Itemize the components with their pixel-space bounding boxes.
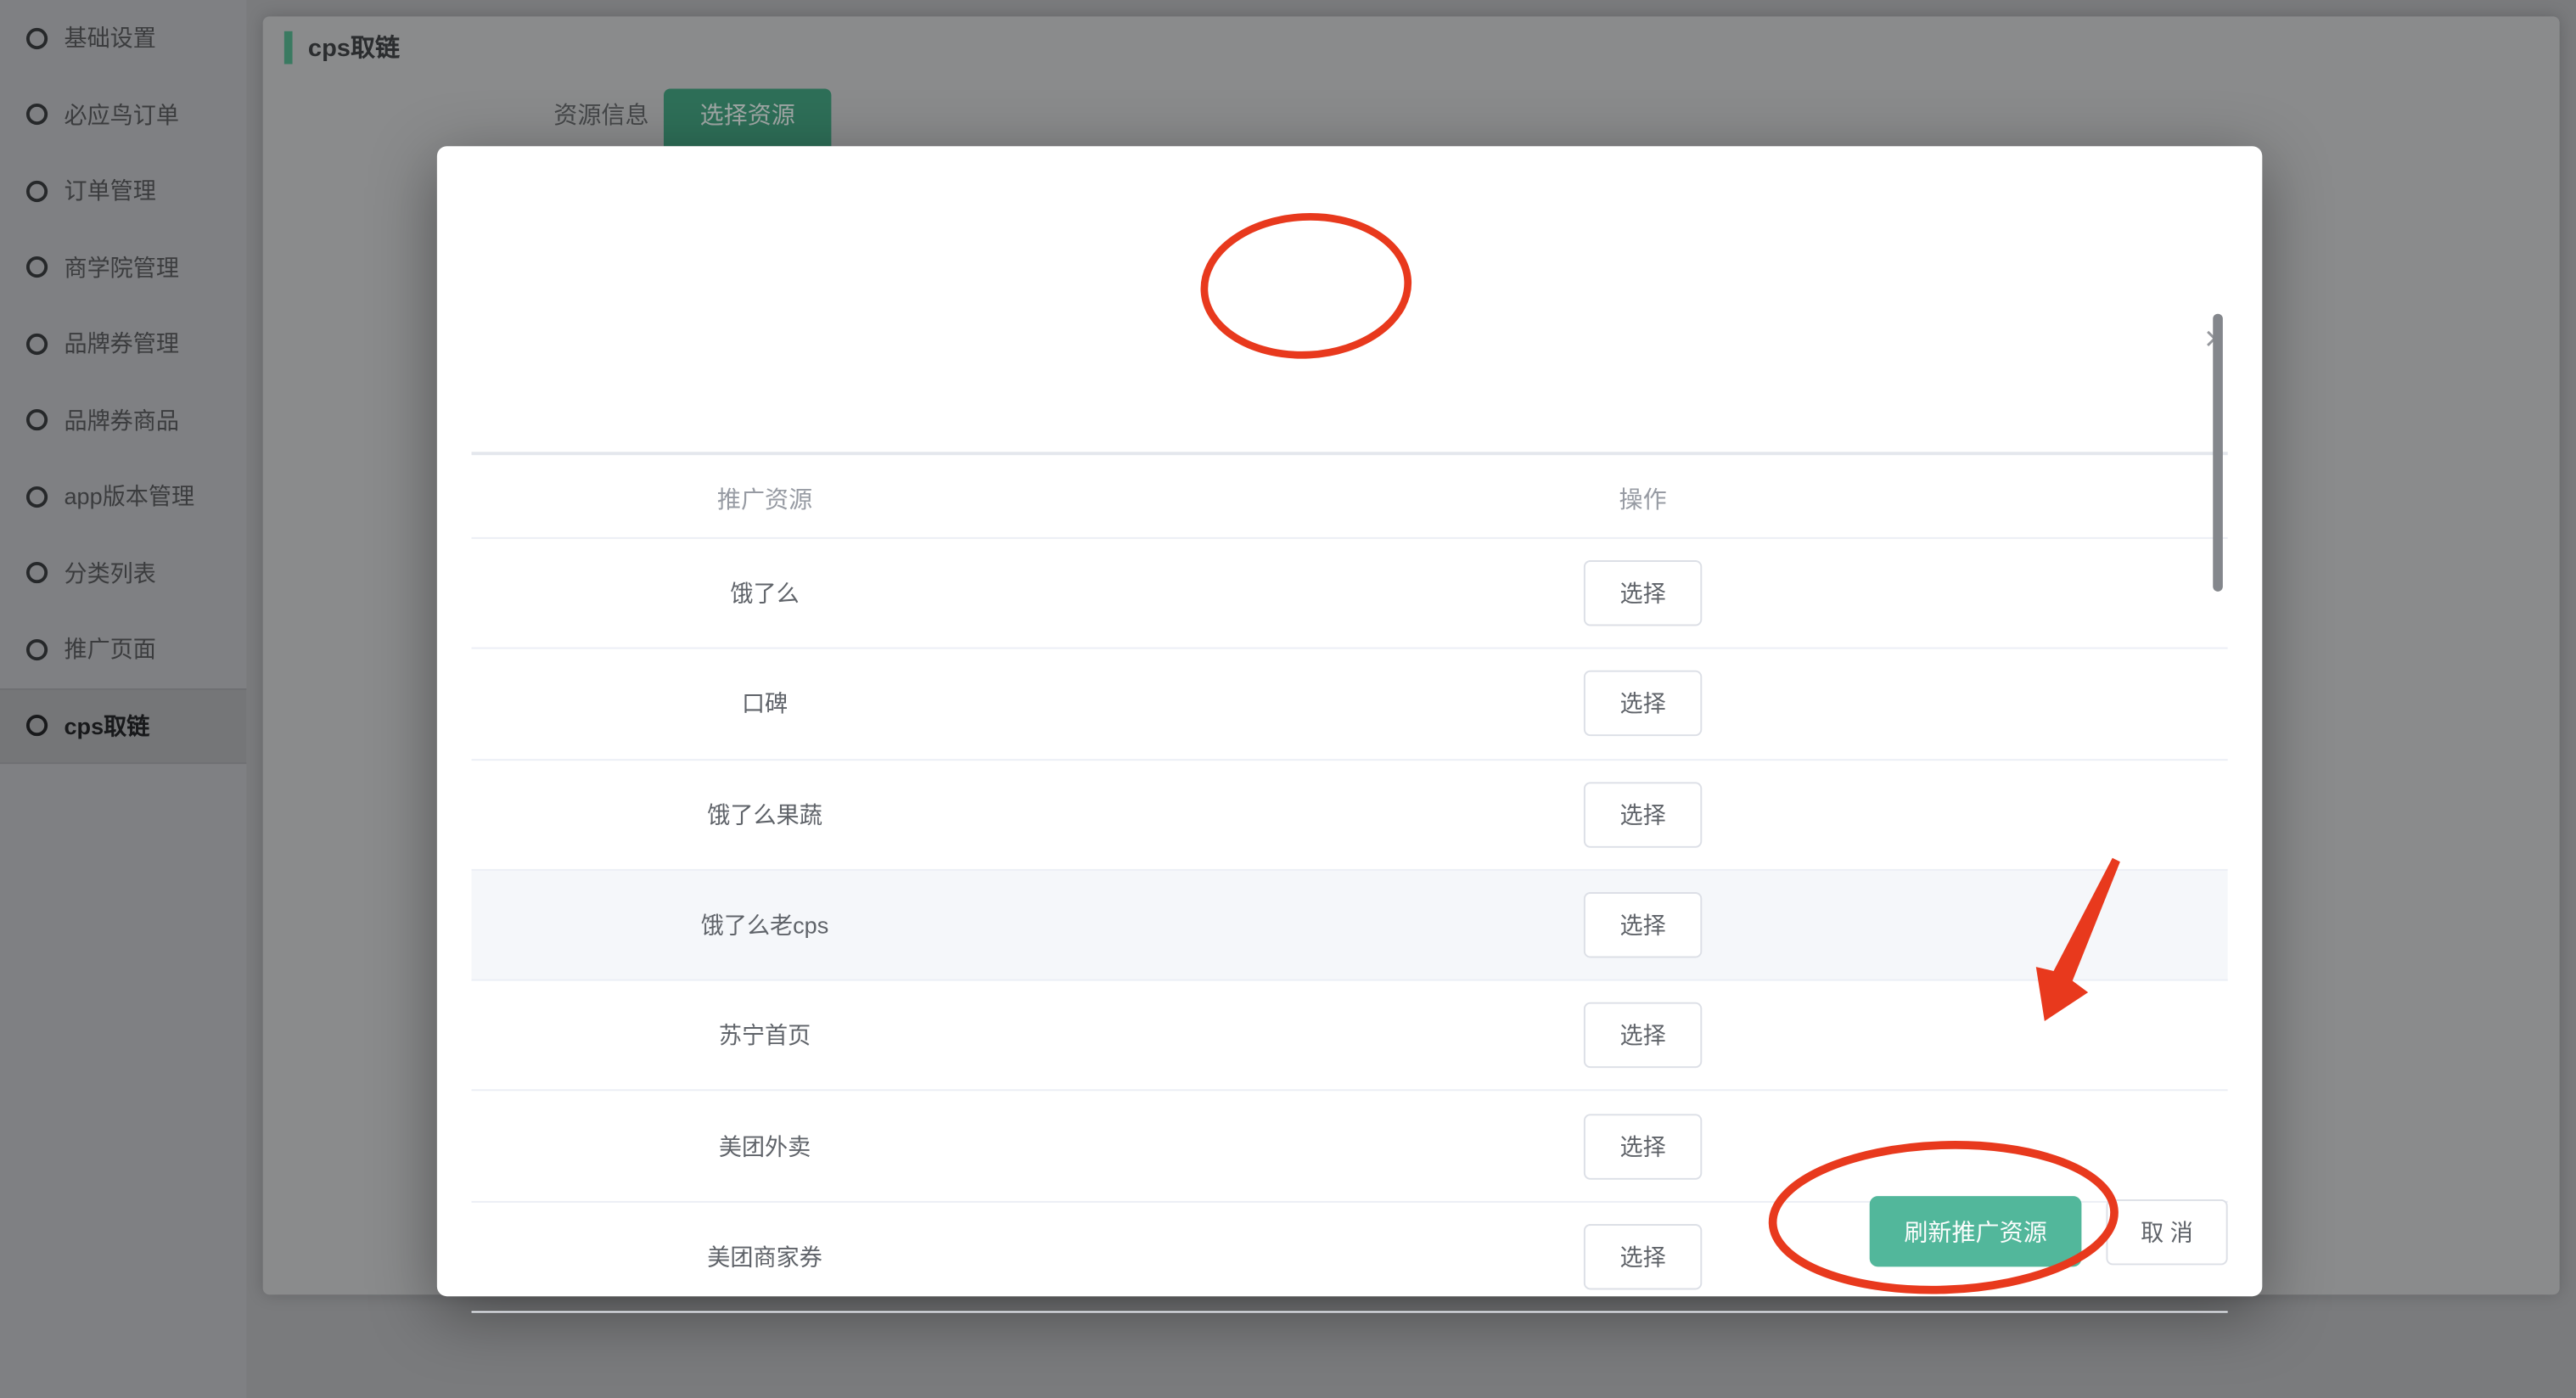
dialog-tabs bbox=[472, 388, 2228, 455]
sidebar-item[interactable]: 必应鸟订单 bbox=[0, 76, 246, 153]
sidebar-item-label: 必应鸟订单 bbox=[64, 98, 178, 132]
screen: 基础设置 必应鸟订单 订单管理 商学院管理 品牌券管理 品牌券商品 app版本管… bbox=[0, 0, 2576, 1398]
title-accent-bar bbox=[284, 31, 292, 64]
sidebar-item[interactable]: 订单管理 bbox=[0, 153, 246, 229]
resource-name: 饿了么老cps bbox=[472, 908, 1058, 941]
table-row: 美团外卖 选择 bbox=[472, 1092, 2228, 1202]
tab-select-resource[interactable]: 选择资源 bbox=[664, 89, 831, 147]
circle-icon bbox=[26, 562, 48, 583]
select-resource-dialog: × 推广资源 操作 饿了么 选择 口碑 选择 饿了么果蔬 选择 饿了么老c bbox=[437, 146, 2262, 1296]
sidebar-item[interactable]: cps取链 bbox=[0, 688, 246, 764]
select-button[interactable]: 选择 bbox=[1584, 671, 1702, 737]
page-title: cps取链 bbox=[308, 30, 400, 65]
resource-table: 推广资源 操作 饿了么 选择 口碑 选择 饿了么果蔬 选择 饿了么老cps 选择… bbox=[472, 458, 2228, 1313]
select-button[interactable]: 选择 bbox=[1584, 1114, 1702, 1179]
select-button[interactable]: 选择 bbox=[1584, 1002, 1702, 1068]
sidebar-item[interactable]: 品牌券管理 bbox=[0, 306, 246, 382]
sidebar-item-label: app版本管理 bbox=[64, 480, 194, 514]
table-header-row: 推广资源 操作 bbox=[472, 458, 2228, 539]
sidebar-item[interactable]: 基础设置 bbox=[0, 0, 246, 76]
select-button[interactable]: 选择 bbox=[1584, 782, 1702, 847]
scrollbar-thumb[interactable] bbox=[2213, 314, 2223, 592]
resource-name: 美团商家券 bbox=[472, 1240, 1058, 1273]
circle-icon bbox=[26, 409, 48, 430]
sidebar-item[interactable]: 商学院管理 bbox=[0, 229, 246, 306]
sidebar-item-label: 品牌券管理 bbox=[64, 328, 178, 361]
sidebar-item-label: 订单管理 bbox=[64, 175, 155, 208]
sidebar-item-label: cps取链 bbox=[64, 710, 149, 743]
circle-icon bbox=[26, 27, 48, 48]
sidebar-item[interactable]: 品牌券商品 bbox=[0, 382, 246, 458]
resource-name: 饿了么 bbox=[472, 577, 1058, 610]
sidebar-item-label: 推广页面 bbox=[64, 633, 155, 666]
table-row: 饿了么 选择 bbox=[472, 539, 2228, 649]
table-row: 口碑 选择 bbox=[472, 649, 2228, 760]
circle-icon bbox=[26, 180, 48, 201]
resource-name: 苏宁首页 bbox=[472, 1019, 1058, 1053]
circle-icon bbox=[26, 638, 48, 660]
select-button[interactable]: 选择 bbox=[1584, 560, 1702, 626]
select-button[interactable]: 选择 bbox=[1584, 1224, 1702, 1289]
circle-icon bbox=[26, 486, 48, 507]
table-row: 饿了么果蔬 选择 bbox=[472, 760, 2228, 870]
sidebar: 基础设置 必应鸟订单 订单管理 商学院管理 品牌券管理 品牌券商品 app版本管… bbox=[0, 0, 246, 1398]
resource-name: 饿了么果蔬 bbox=[472, 798, 1058, 831]
column-header-resource: 推广资源 bbox=[472, 480, 1058, 515]
table-row: 饿了么老cps 选择 bbox=[472, 871, 2228, 981]
column-header-action: 操作 bbox=[1058, 480, 2228, 515]
tab-resource-info[interactable]: 资源信息 bbox=[553, 89, 648, 147]
sidebar-item-label: 基础设置 bbox=[64, 22, 155, 55]
sidebar-item-label: 分类列表 bbox=[64, 557, 155, 590]
resource-name: 美团外卖 bbox=[472, 1130, 1058, 1163]
cancel-button[interactable]: 取 消 bbox=[2106, 1199, 2227, 1265]
table-row: 苏宁首页 选择 bbox=[472, 981, 2228, 1092]
circle-icon bbox=[26, 256, 48, 278]
circle-icon bbox=[26, 715, 48, 736]
circle-icon bbox=[26, 333, 48, 354]
select-button[interactable]: 选择 bbox=[1584, 892, 1702, 957]
sidebar-item-label: 商学院管理 bbox=[64, 251, 178, 284]
refresh-promo-resources-button[interactable]: 刷新推广资源 bbox=[1870, 1196, 2082, 1266]
page-title-row: cps取链 bbox=[284, 30, 400, 65]
sidebar-item[interactable]: 推广页面 bbox=[0, 611, 246, 688]
circle-icon bbox=[26, 104, 48, 125]
resource-name: 口碑 bbox=[472, 688, 1058, 721]
sidebar-item-label: 品牌券商品 bbox=[64, 404, 178, 437]
sidebar-item[interactable]: 分类列表 bbox=[0, 535, 246, 611]
sidebar-item[interactable]: app版本管理 bbox=[0, 458, 246, 535]
